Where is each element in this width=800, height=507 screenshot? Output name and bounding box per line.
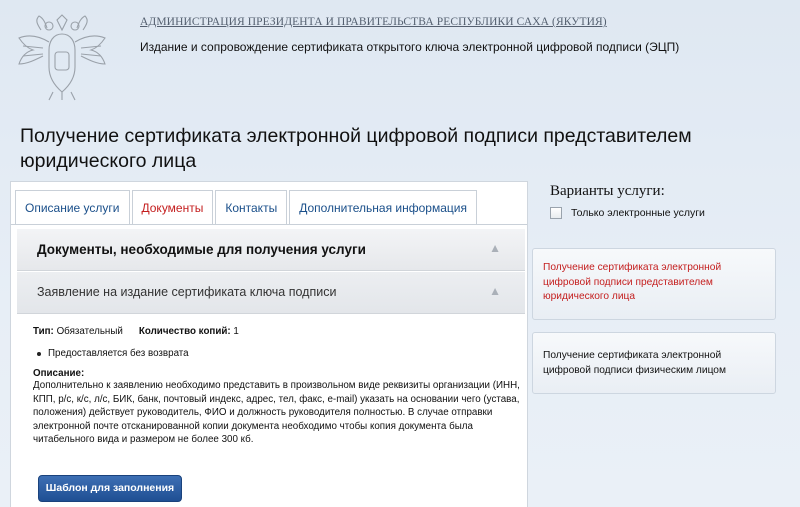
electronic-only-label[interactable]: Только электронные услуги: [571, 207, 705, 219]
documents-section-header[interactable]: Документы, необходимые для получения усл…: [17, 229, 525, 271]
electronic-only-filter[interactable]: Только электронные услуги: [550, 207, 705, 219]
tab-contacts[interactable]: Контакты: [215, 190, 288, 224]
description-label: Описание:: [33, 368, 85, 379]
bullet-text: Предоставляется без возврата: [48, 348, 189, 359]
copies-value: 1: [233, 326, 239, 337]
site-subtitle: Издание и сопровождение сертификата откр…: [140, 40, 680, 54]
template-download-button[interactable]: Шаблон для заполнения: [38, 475, 182, 502]
document-item-header[interactable]: Заявление на издание сертификата ключа п…: [17, 272, 525, 314]
variant-legal-entity[interactable]: Получение сертификата электронной цифров…: [532, 248, 776, 320]
type-label: Тип:: [33, 326, 54, 337]
description-text: Дополнительно к заявлению необходимо пре…: [33, 380, 520, 445]
document-item-title: Заявление на издание сертификата ключа п…: [37, 285, 337, 299]
service-variants-title: Варианты услуги:: [550, 183, 665, 199]
document-meta: Тип: Обязательный Количество копий: 1: [33, 326, 523, 337]
variant-individual[interactable]: Получение сертификата электронной цифров…: [532, 332, 776, 394]
chevron-up-icon[interactable]: ▲: [489, 284, 501, 298]
document-details: Тип: Обязательный Количество копий: 1 Пр…: [33, 326, 523, 447]
bullet-icon: [37, 351, 41, 356]
tab-documents[interactable]: Документы: [131, 190, 214, 224]
header: АДМИНИСТРАЦИЯ ПРЕЗИДЕНТА И ПРАВИТЕЛЬСТВА…: [0, 0, 800, 105]
tab-bar: Описание услуги Документы Контакты Допол…: [15, 190, 479, 224]
tab-service-description[interactable]: Описание услуги: [15, 190, 130, 224]
tab-divider: [11, 224, 527, 225]
service-panel: Описание услуги Документы Контакты Допол…: [10, 181, 528, 507]
type-value: Обязательный: [56, 326, 123, 337]
tab-additional-info[interactable]: Дополнительная информация: [289, 190, 477, 224]
copies-label: Количество копий:: [138, 326, 231, 337]
administration-link[interactable]: АДМИНИСТРАЦИЯ ПРЕЗИДЕНТА И ПРАВИТЕЛЬСТВА…: [140, 16, 607, 28]
electronic-only-checkbox[interactable]: [550, 207, 562, 219]
documents-section-title: Документы, необходимые для получения усл…: [37, 242, 366, 257]
chevron-up-icon[interactable]: ▲: [489, 241, 501, 255]
page-title: Получение сертификата электронной цифров…: [20, 125, 692, 172]
double-headed-eagle-emblem-icon: [18, 14, 106, 101]
list-item: Предоставляется без возврата: [33, 348, 523, 359]
